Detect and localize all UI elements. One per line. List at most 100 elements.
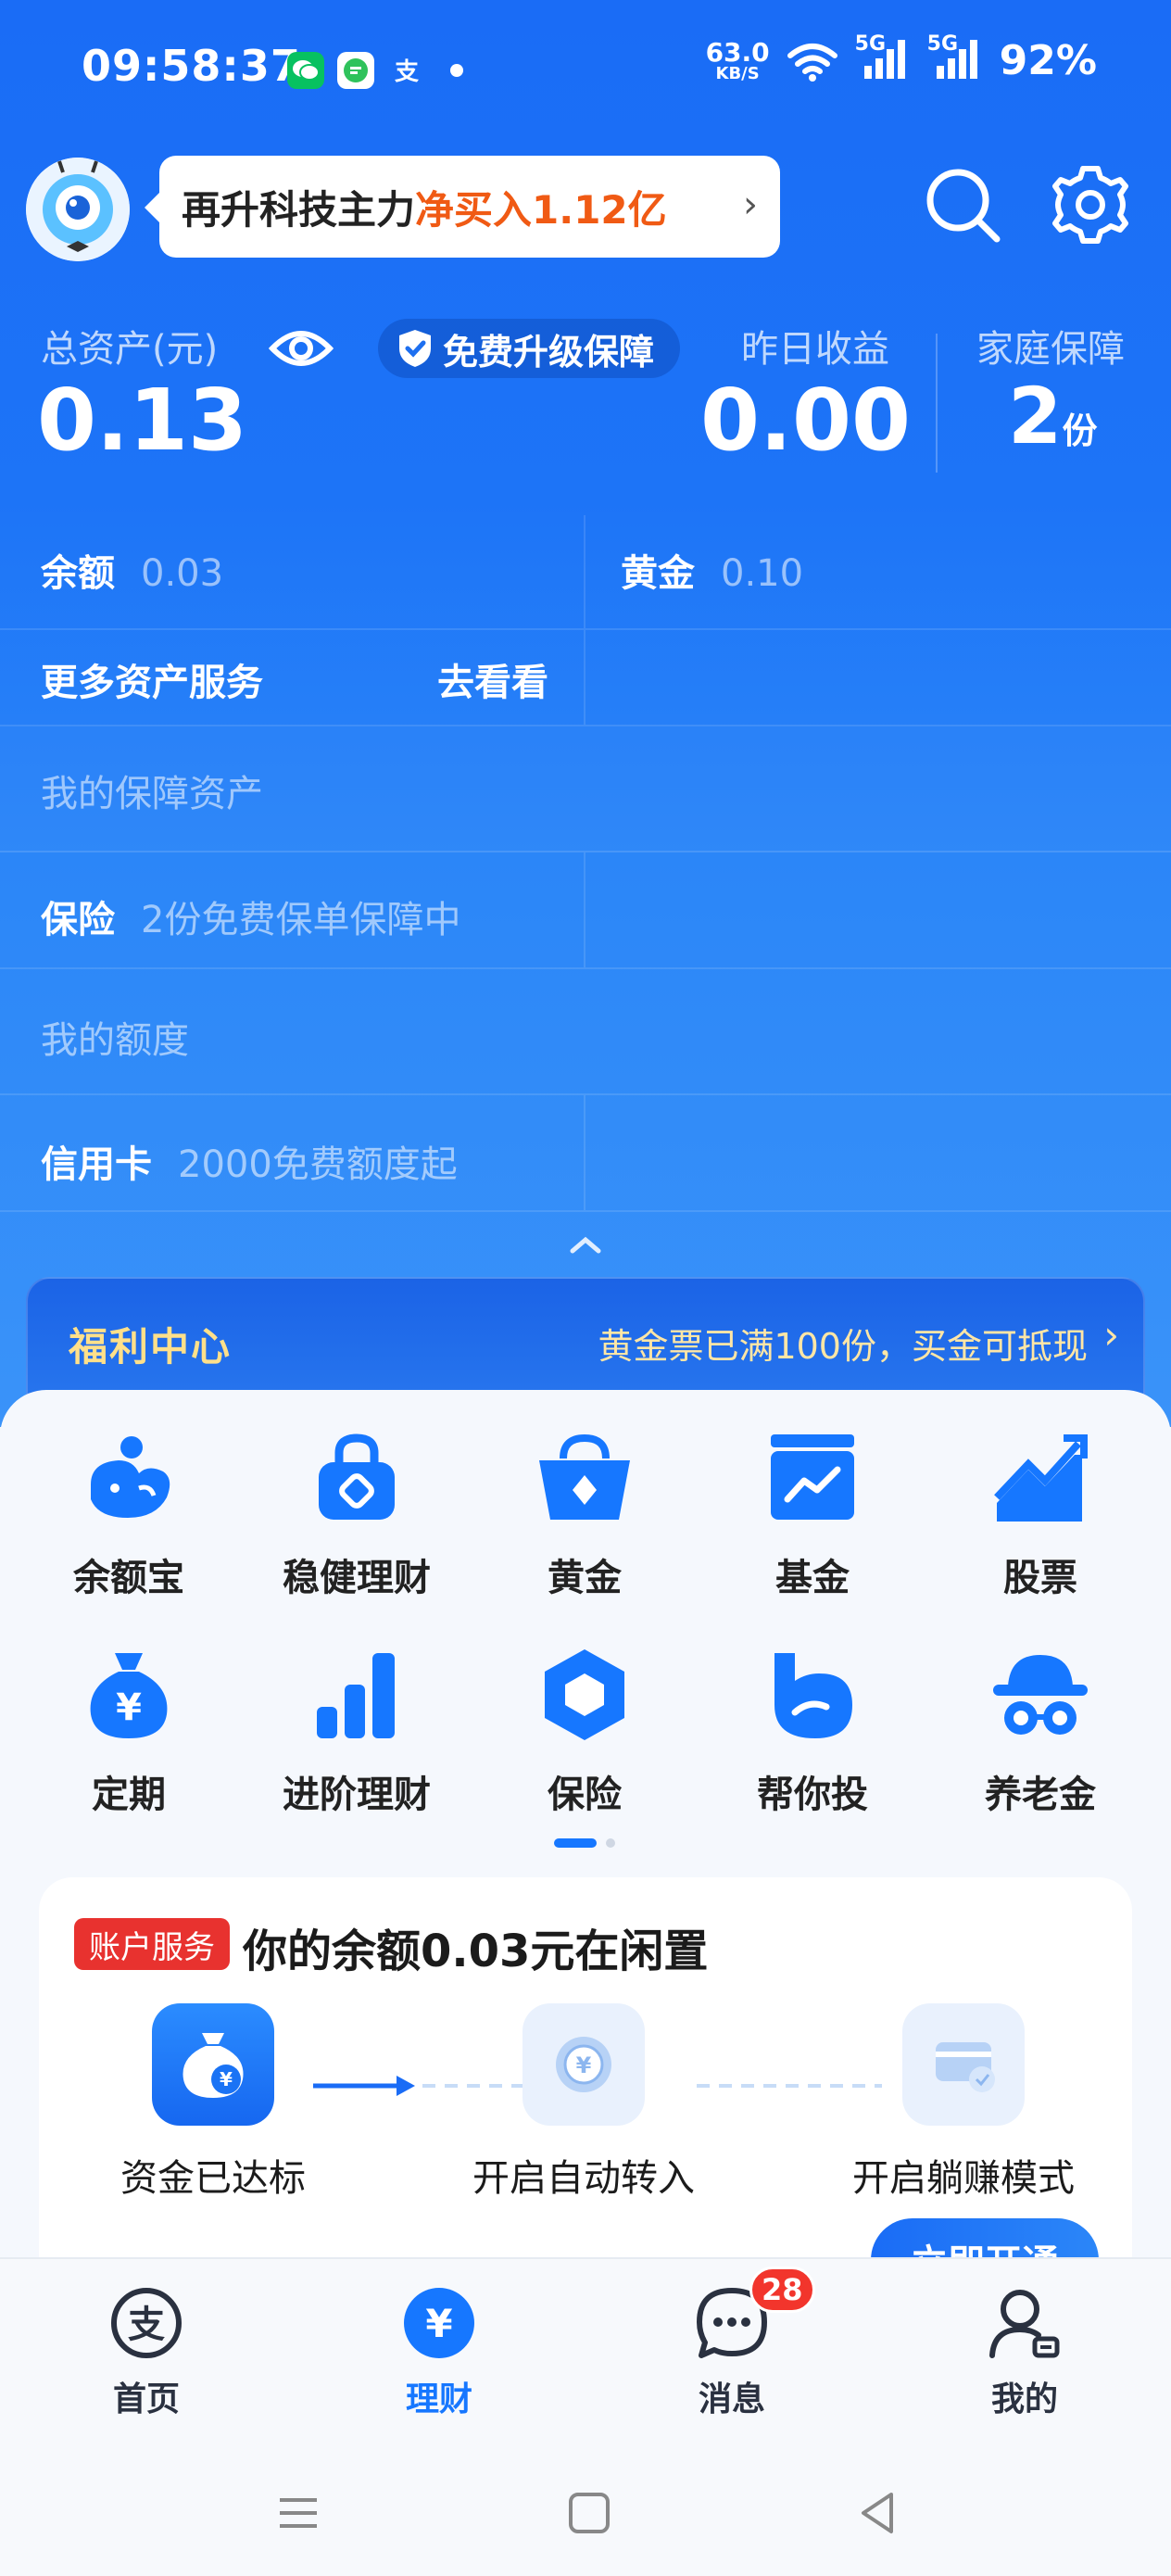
product-stock[interactable]: 股票 xyxy=(926,1427,1154,1601)
tab-label: 理财 xyxy=(405,2380,472,2418)
balance-label: 余额 xyxy=(41,552,115,595)
promo-bubble[interactable]: 再升科技主力 净买入1.12亿 › xyxy=(145,156,780,258)
money-bag-icon: ¥ xyxy=(90,1653,168,1738)
product-stable-finance[interactable]: 稳健理财 xyxy=(243,1427,471,1601)
product-label: 帮你投 xyxy=(757,1774,868,1816)
product-label: 余额宝 xyxy=(73,1557,184,1599)
promo-highlight: 净买入1.12亿 xyxy=(415,186,667,233)
gold-label: 黄金 xyxy=(621,552,695,595)
card-step-icon xyxy=(902,2003,1025,2126)
chevron-right-icon: › xyxy=(743,183,758,226)
column-separator xyxy=(584,1095,586,1210)
user-icon xyxy=(987,2285,1063,2361)
alipay-home-icon: 支 xyxy=(108,2285,184,2361)
yuan-icon: ¥ xyxy=(401,2285,477,2361)
tab-home[interactable]: 支 首页 xyxy=(54,2285,239,2420)
gold-value: 0.10 xyxy=(721,552,804,595)
balance-value: 0.03 xyxy=(141,552,224,595)
square-icon xyxy=(569,2493,610,2533)
page-indicator xyxy=(554,1838,615,1848)
product-fund[interactable]: 基金 xyxy=(699,1427,926,1601)
insurance-row: 保险 2份免费保单保障中 xyxy=(0,852,1171,969)
product-gold[interactable]: 黄金 xyxy=(471,1427,699,1601)
yesterday-income-value: 0.00 xyxy=(700,371,911,470)
more-services-row: 更多资产服务 去看看 xyxy=(0,630,1171,726)
tab-messages[interactable]: 28 消息 xyxy=(639,2267,825,2420)
upgrade-protection-badge[interactable]: 免费升级保障 xyxy=(378,319,681,378)
insurance-label: 保险 xyxy=(41,899,115,941)
eye-icon xyxy=(268,331,334,366)
quota-header: 我的额度 xyxy=(0,969,1171,1095)
credit-row: 信用卡 2000免费额度起 xyxy=(0,1095,1171,1212)
alipay-small-icon: 支 xyxy=(387,52,424,89)
more-services-label: 更多资产服务 xyxy=(41,652,263,706)
unread-badge: 28 xyxy=(749,2267,815,2313)
search-button[interactable] xyxy=(923,165,1002,245)
page-dot-active xyxy=(554,1838,597,1848)
gear-icon xyxy=(1052,166,1128,244)
credit-cell[interactable]: 信用卡 2000免费额度起 xyxy=(41,1134,458,1188)
signal-2: 5G xyxy=(927,32,983,84)
family-protection-label: 家庭保障 xyxy=(976,328,1125,371)
product-advanced-finance[interactable]: 进阶理财 xyxy=(243,1644,471,1818)
account-service-title: 你的余额0.03元在闲置 xyxy=(243,1926,709,1977)
insurance-value: 2份免费保单保障中 xyxy=(141,899,461,941)
message-app-icon xyxy=(337,52,374,89)
gold-cell[interactable]: 黄金 0.10 xyxy=(621,543,803,597)
product-pension[interactable]: 养老金 xyxy=(926,1644,1154,1818)
step-funds-ready: ¥ 资金已达标 xyxy=(74,2003,352,2202)
tab-finance[interactable]: ¥ 理财 xyxy=(346,2285,532,2420)
product-label: 保险 xyxy=(548,1774,622,1816)
signal-1: 5G xyxy=(855,32,911,84)
home-nav-button[interactable] xyxy=(561,2485,617,2541)
credit-label: 信用卡 xyxy=(41,1143,152,1186)
asset-row-balance-gold: 余额 0.03 黄金 0.10 xyxy=(0,515,1171,630)
product-insurance[interactable]: 保险 xyxy=(471,1644,699,1818)
chat-icon: 28 xyxy=(694,2267,815,2361)
step-label: 开启躺赚模式 xyxy=(852,2157,1075,2200)
balance-cell[interactable]: 余额 0.03 xyxy=(41,543,223,597)
svg-text:支: 支 xyxy=(128,2304,165,2346)
status-bar: 09:58:37 支 63.0 KB/S 5G 5G 92% xyxy=(0,0,1171,139)
chevron-up-icon xyxy=(570,1236,601,1254)
step-earn-mode: 开启躺赚模式 xyxy=(825,2003,1102,2202)
family-protection-value-wrap[interactable]: 2份 xyxy=(1008,371,1097,461)
shield-check-icon xyxy=(399,330,431,367)
bars-icon xyxy=(317,1653,395,1738)
product-fixed-term[interactable]: ¥ 定期 xyxy=(15,1644,243,1818)
insurance-cell[interactable]: 保险 2份免费保单保障中 xyxy=(41,890,460,943)
product-yuebao[interactable]: 余额宝 xyxy=(15,1427,243,1601)
welfare-title: 福利中心 xyxy=(69,1324,233,1370)
settings-button[interactable] xyxy=(1049,163,1132,246)
svg-text:¥: ¥ xyxy=(425,2301,452,2346)
menu-icon xyxy=(280,2498,317,2528)
toggle-visibility-button[interactable] xyxy=(268,321,334,376)
menu-nav-button[interactable] xyxy=(271,2485,326,2541)
yuan-coin-step-icon: ¥ xyxy=(523,2003,645,2126)
column-separator xyxy=(584,515,586,628)
my-quota-label: 我的额度 xyxy=(41,1019,189,1062)
collapse-button[interactable] xyxy=(565,1231,606,1258)
product-help-invest[interactable]: 帮你投 xyxy=(699,1644,926,1818)
status-time: 09:58:37 xyxy=(82,41,301,91)
signal-2-label: 5G xyxy=(926,32,959,56)
page-dot xyxy=(606,1838,615,1848)
wechat-icon xyxy=(287,52,324,89)
avatar[interactable] xyxy=(26,158,130,261)
helper-b-icon xyxy=(774,1653,852,1738)
stock-trend-icon xyxy=(994,1434,1088,1522)
signal-1-label: 5G xyxy=(854,32,887,56)
product-label: 股票 xyxy=(1003,1557,1077,1599)
yesterday-income-label: 昨日收益 xyxy=(741,328,889,371)
tab-label: 消息 xyxy=(698,2380,765,2418)
column-separator xyxy=(584,630,586,725)
family-protection-value: 2 xyxy=(1008,371,1063,461)
wifi-icon xyxy=(787,43,837,82)
net-speed-value: 63.0 xyxy=(705,36,770,68)
go-look-link[interactable]: 去看看 xyxy=(437,652,548,706)
go-look-text: 去看看 xyxy=(437,662,548,704)
back-nav-button[interactable] xyxy=(850,2485,906,2541)
tab-mine[interactable]: 我的 xyxy=(932,2285,1117,2420)
fund-chart-icon xyxy=(771,1434,854,1520)
svg-text:支: 支 xyxy=(395,58,419,85)
